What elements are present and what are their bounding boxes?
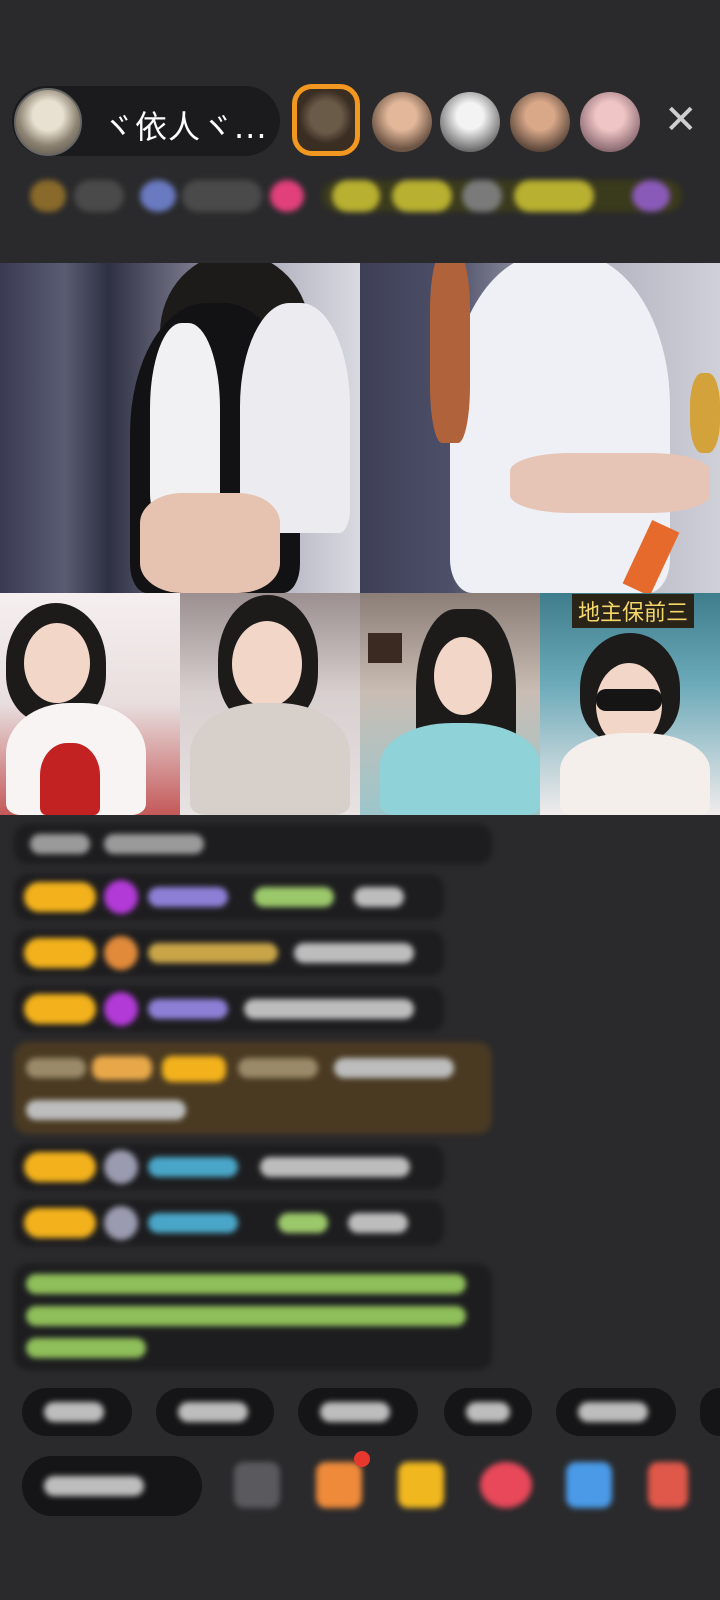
top-viewer-avatar-3[interactable] (440, 92, 500, 152)
gift-box-icon[interactable] (316, 1462, 362, 1508)
quick-reply-chip-6[interactable] (700, 1388, 720, 1436)
ranking-badge-row[interactable] (22, 172, 702, 222)
video-tile-3[interactable] (0, 593, 180, 815)
game-icon[interactable] (566, 1462, 612, 1508)
chat-message[interactable] (14, 930, 444, 976)
chat-message[interactable] (14, 824, 492, 864)
host-avatar[interactable] (14, 88, 82, 156)
gift-icon[interactable] (648, 1462, 688, 1508)
video-tile-2[interactable] (360, 263, 720, 593)
top-viewer-avatar-5[interactable] (580, 92, 640, 152)
tile-label: 地主保前三 (572, 594, 695, 628)
system-notice-message (14, 1264, 492, 1370)
top-viewer-avatar-1[interactable] (292, 84, 360, 156)
chat-message[interactable] (14, 874, 444, 920)
notification-dot (354, 1451, 370, 1467)
video-tile-1[interactable] (0, 263, 360, 593)
emoji-icon[interactable] (234, 1462, 280, 1508)
top-viewer-avatar-4[interactable] (510, 92, 570, 152)
chat-message-highlight[interactable] (14, 1042, 492, 1134)
chat-message[interactable] (14, 1200, 444, 1246)
close-icon[interactable]: ✕ (664, 100, 698, 140)
quick-reply-chip-5[interactable] (556, 1388, 676, 1436)
host-name[interactable]: ヾ依人ヾ... (102, 102, 268, 148)
quick-reply-chip-1[interactable] (22, 1388, 132, 1436)
quick-reply-chip-4[interactable] (444, 1388, 532, 1436)
quick-reply-chip-2[interactable] (156, 1388, 274, 1436)
quick-reply-chip-3[interactable] (298, 1388, 418, 1436)
chat-message[interactable] (14, 1144, 444, 1190)
video-tile-5[interactable] (360, 593, 540, 815)
chat-message[interactable] (14, 986, 444, 1032)
red-packet-icon[interactable] (398, 1462, 444, 1508)
video-tile-4[interactable] (180, 593, 360, 815)
fan-club-icon[interactable] (480, 1462, 532, 1508)
comment-input[interactable] (22, 1456, 202, 1516)
top-viewer-avatar-2[interactable] (372, 92, 432, 152)
